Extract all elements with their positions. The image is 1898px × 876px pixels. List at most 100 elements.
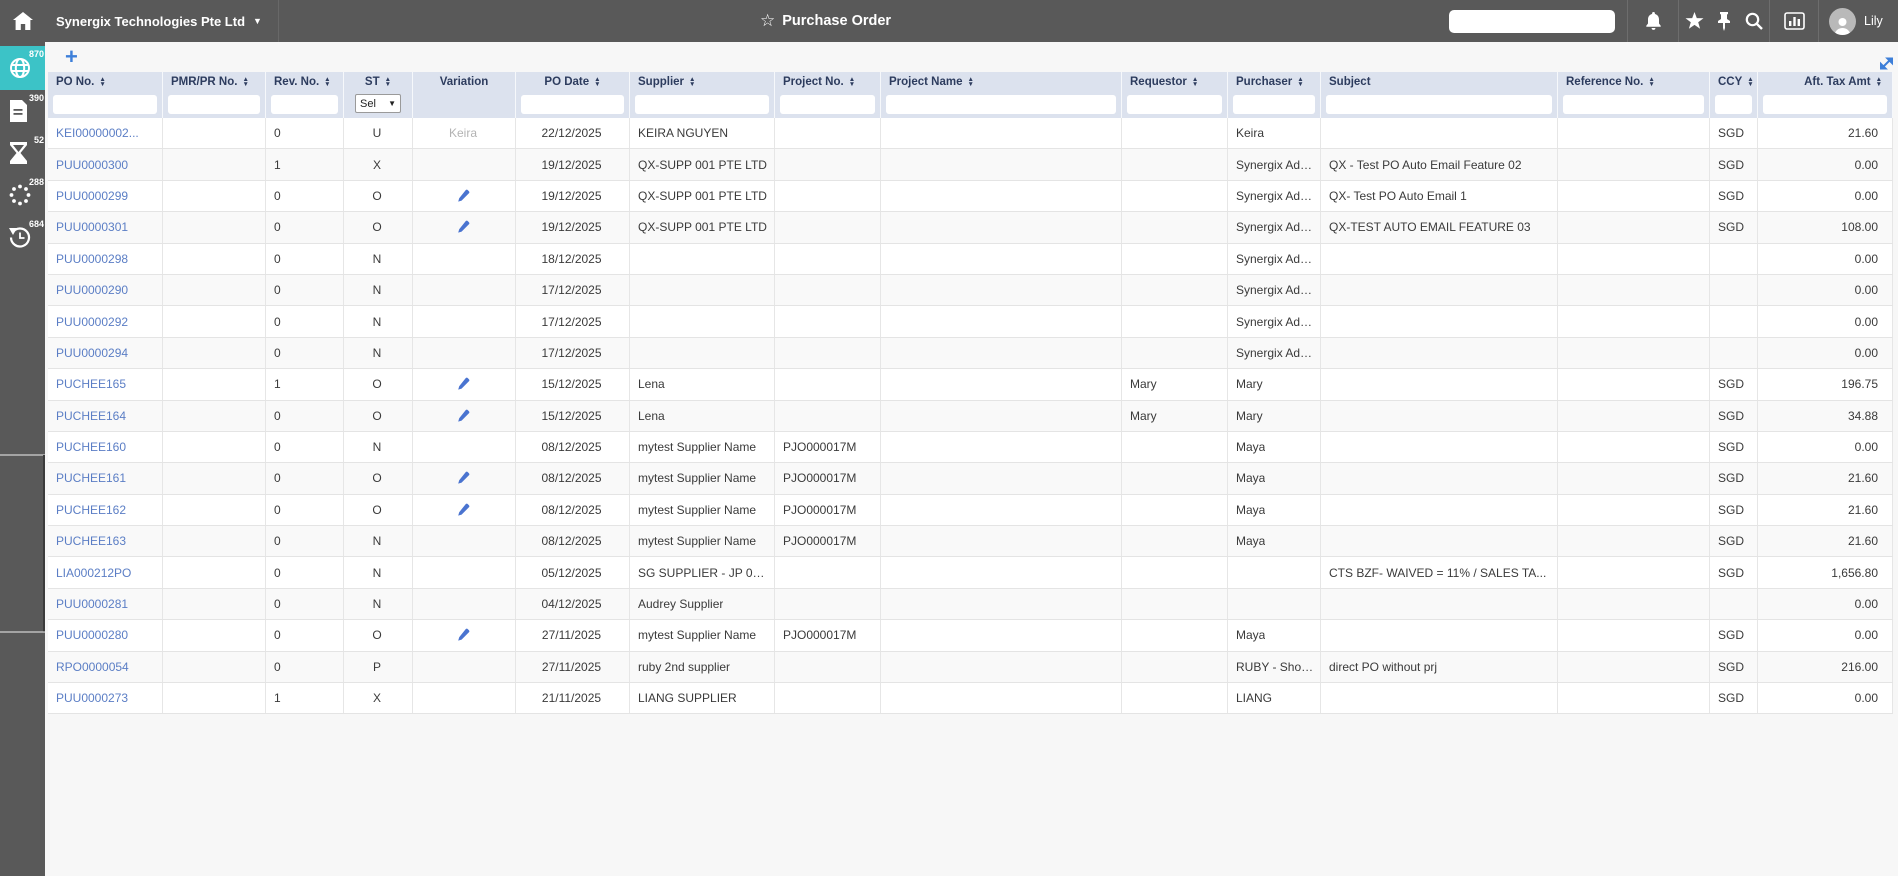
po-number-link[interactable]: PUCHEE165	[56, 377, 126, 391]
cell-value: SGD	[1718, 188, 1745, 203]
filter-input-requestor[interactable]	[1127, 94, 1222, 114]
filter-input-pmr_pr_no[interactable]	[168, 94, 260, 114]
po-number-link[interactable]: PUCHEE163	[56, 534, 126, 548]
cell-project_name	[881, 431, 1122, 463]
filter-input-po_date[interactable]	[521, 94, 624, 114]
po-number-link[interactable]: PUU0000280	[56, 628, 128, 642]
column-header-reference_no[interactable]: Reference No. ▲ ▼	[1558, 72, 1710, 92]
expand-arrows-icon[interactable]	[1879, 56, 1894, 76]
column-header-project_name[interactable]: Project Name ▲ ▼	[881, 72, 1122, 92]
sort-icon[interactable]: ▲ ▼	[849, 76, 855, 88]
cell-po_date: 19/12/2025	[516, 149, 630, 180]
sidebar-item-pending[interactable]: 52	[0, 132, 45, 174]
pin-icon[interactable]	[1709, 0, 1739, 42]
column-header-purchaser[interactable]: Purchaser ▲ ▼	[1228, 72, 1321, 92]
chart-icon[interactable]	[1770, 0, 1818, 42]
edit-pencil-icon[interactable]	[456, 628, 470, 642]
column-header-project_no[interactable]: Project No. ▲ ▼	[775, 72, 881, 92]
cell-subject	[1321, 118, 1558, 149]
column-header-requestor[interactable]: Requestor ▲ ▼	[1122, 72, 1228, 92]
edit-pencil-icon[interactable]	[456, 409, 470, 423]
add-record-button[interactable]: +	[65, 44, 78, 70]
po-number-link[interactable]: LIA000212PO	[56, 566, 131, 580]
cell-po_no: PUU0000280	[48, 620, 163, 651]
filter-input-project_name[interactable]	[886, 94, 1116, 114]
filter-input-ccy[interactable]	[1715, 94, 1752, 114]
filter-input-project_no[interactable]	[780, 94, 875, 114]
po-number-link[interactable]: PUU0000290	[56, 283, 128, 297]
sort-icon[interactable]: ▲ ▼	[324, 76, 330, 88]
filter-input-po_no[interactable]	[53, 94, 157, 114]
filter-input-purchaser[interactable]	[1233, 94, 1315, 114]
sort-icon[interactable]: ▲ ▼	[968, 76, 974, 88]
bell-icon[interactable]	[1628, 0, 1678, 42]
po-number-link[interactable]: PUU0000301	[56, 220, 128, 234]
avatar[interactable]	[1829, 7, 1856, 35]
po-number-link[interactable]: PUU0000273	[56, 691, 128, 705]
sort-icon[interactable]: ▲ ▼	[1648, 76, 1654, 88]
company-selector[interactable]: Synergix Technologies Pte Ltd ▼	[56, 0, 279, 42]
sort-icon[interactable]: ▲ ▼	[1192, 76, 1198, 88]
po-number-link[interactable]: PUU0000299	[56, 189, 128, 203]
cell-supplier: QX-SUPP 001 PTE LTD	[630, 149, 775, 180]
star-icon[interactable]	[1679, 0, 1709, 42]
po-number-link[interactable]: PUU0000300	[56, 158, 128, 172]
filter-input-rev_no[interactable]	[271, 94, 338, 114]
home-icon[interactable]	[0, 0, 45, 42]
edit-pencil-icon[interactable]	[456, 377, 470, 391]
favorite-star-icon[interactable]: ☆	[760, 11, 775, 31]
sort-icon[interactable]: ▲ ▼	[242, 76, 248, 88]
column-header-ccy[interactable]: CCY ▲ ▼	[1710, 72, 1758, 92]
edit-pencil-icon[interactable]	[456, 503, 470, 517]
po-number-link[interactable]: PUCHEE160	[56, 440, 126, 454]
cell-rev_no: 0	[266, 400, 344, 431]
sort-icon[interactable]: ▲ ▼	[594, 76, 600, 88]
po-number-link[interactable]: PUCHEE164	[56, 409, 126, 423]
po-number-link[interactable]: RPO0000054	[56, 660, 129, 674]
po-number-link[interactable]: PUU0000294	[56, 346, 128, 360]
sort-icon[interactable]: ▲ ▼	[689, 76, 695, 88]
sidebar-item-history[interactable]: 684	[0, 216, 45, 258]
sort-icon[interactable]: ▲ ▼	[1297, 76, 1303, 88]
filter-input-reference_no[interactable]	[1563, 94, 1704, 114]
sort-icon[interactable]: ▲ ▼	[1876, 76, 1882, 88]
cell-aft_tax_amt: 108.00	[1758, 212, 1893, 243]
cell-po_date: 18/12/2025	[516, 243, 630, 274]
filter-input-aft_tax_amt[interactable]	[1763, 94, 1887, 114]
cell-requestor	[1122, 118, 1228, 149]
sidebar-scroll-strip[interactable]	[43, 455, 45, 632]
st-filter-select[interactable]: Sel ▼	[355, 94, 401, 113]
edit-pencil-icon[interactable]	[456, 220, 470, 234]
sort-icon[interactable]: ▲ ▼	[385, 76, 391, 88]
cell-value: O	[372, 408, 382, 423]
cell-ccy: SGD	[1710, 651, 1758, 683]
filter-cell-po_no	[48, 92, 163, 118]
sort-icon[interactable]: ▲ ▼	[99, 76, 105, 88]
sidebar-item-web[interactable]: 870	[0, 46, 45, 90]
po-number-link[interactable]: PUU0000281	[56, 597, 128, 611]
po-number-link[interactable]: PUU0000298	[56, 252, 128, 266]
column-header-po_date[interactable]: PO Date ▲ ▼	[516, 72, 630, 92]
column-header-st[interactable]: ST ▲ ▼	[344, 72, 413, 92]
user-name[interactable]: Lily	[1864, 14, 1894, 28]
po-number-link[interactable]: PUCHEE162	[56, 503, 126, 517]
edit-pencil-icon[interactable]	[456, 471, 470, 485]
column-header-rev_no[interactable]: Rev. No. ▲ ▼	[266, 72, 344, 92]
edit-pencil-icon[interactable]	[456, 189, 470, 203]
sidebar-item-documents[interactable]: 390	[0, 90, 45, 132]
cell-value: 0	[274, 126, 281, 141]
filter-input-subject[interactable]	[1326, 94, 1552, 114]
sidebar-item-in-progress[interactable]: 288	[0, 174, 45, 216]
column-header-aft_tax_amt[interactable]: Aft. Tax Amt ▲ ▼	[1758, 72, 1893, 92]
sort-icon[interactable]: ▲ ▼	[1747, 76, 1753, 88]
global-search-input[interactable]	[1449, 9, 1615, 33]
cell-value: 08/12/2025	[541, 534, 602, 549]
po-number-link[interactable]: KEI00000002...	[56, 126, 139, 140]
filter-input-supplier[interactable]	[635, 94, 769, 114]
column-header-supplier[interactable]: Supplier ▲ ▼	[630, 72, 775, 92]
column-header-pmr_pr_no[interactable]: PMR/PR No. ▲ ▼	[163, 72, 266, 92]
column-header-po_no[interactable]: PO No. ▲ ▼	[48, 72, 163, 92]
po-number-link[interactable]: PUU0000292	[56, 315, 128, 329]
po-number-link[interactable]: PUCHEE161	[56, 471, 126, 485]
search-icon[interactable]	[1739, 0, 1769, 42]
